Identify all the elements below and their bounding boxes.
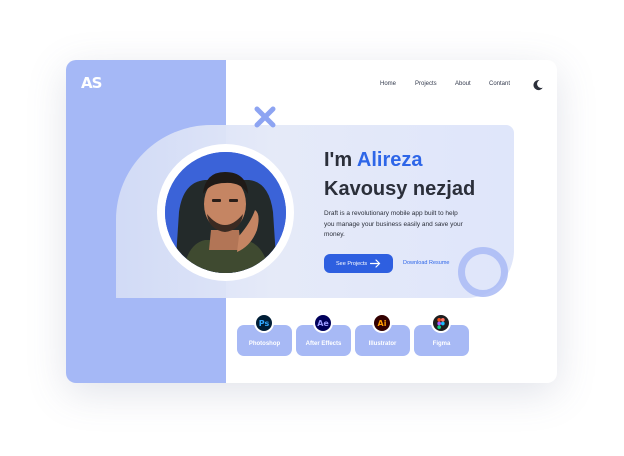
see-projects-button[interactable]: See Projects [324,254,393,273]
illustrator-icon: Ai [372,313,392,333]
dark-mode-toggle[interactable] [532,78,544,91]
ring-decoration [458,247,508,297]
nav-about[interactable]: About [455,80,471,88]
nav-contact[interactable]: Contant [489,80,510,88]
nav-home[interactable]: Home [380,80,396,88]
hero-description: Draft is a revolutionary mobile app buil… [324,210,463,238]
see-projects-label: See Projects [336,260,368,267]
photoshop-icon: Ps [254,313,274,333]
arrow-right-icon [370,259,381,268]
logo[interactable]: AS [81,75,105,91]
skill-label: Figma [432,341,451,347]
skill-label: After Effects [305,341,342,347]
hero-last-name: Kavousy nezjad [324,178,476,200]
download-resume-link[interactable]: Download Resume [403,260,449,266]
figma-icon [431,313,451,333]
avatar [165,152,286,273]
profile-photo [165,152,286,273]
cross-decoration-icon [254,106,276,128]
skill-label: Illustrator [368,341,397,347]
skill-label: Photoshop [248,341,281,347]
after-effects-icon: Ae [313,313,333,333]
hero-title-line1: I'm Alireza [324,149,423,171]
portfolio-card: AS Home Projects About Contant I'm Alire… [66,60,557,383]
nav-projects[interactable]: Projects [415,80,437,88]
hero-greeting: I'm [324,149,357,171]
hero-first-name: Alireza [356,149,423,171]
moon-icon [533,80,543,91]
